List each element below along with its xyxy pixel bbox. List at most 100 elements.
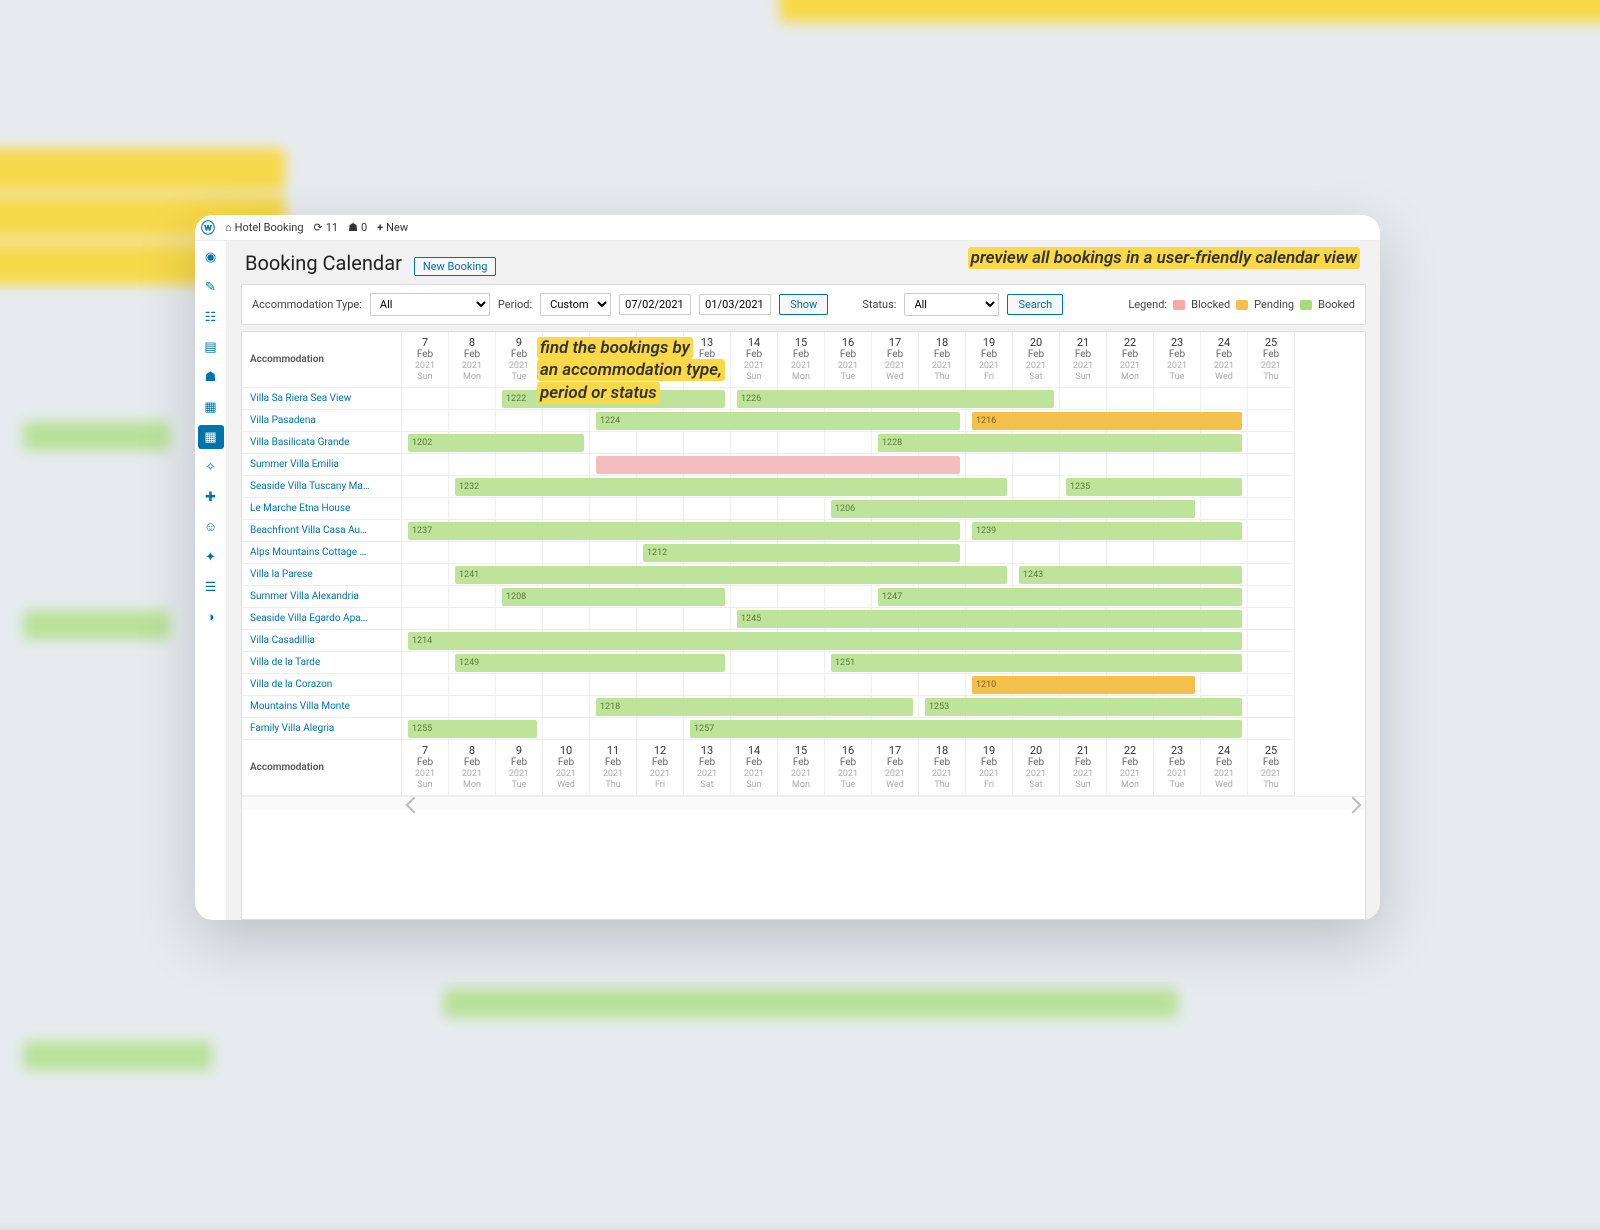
column-header: 21Feb2021Sun [1060, 332, 1107, 388]
settings-icon[interactable]: ☰ [198, 575, 224, 599]
column-header: 9Feb2021Tue [496, 740, 543, 796]
legend-swatch-pending [1236, 300, 1248, 310]
wp-admin-bar: ⓦ Hotel Booking 11 0 New [195, 215, 1380, 241]
adminbar-new[interactable]: New [377, 221, 408, 234]
column-header: 7Feb2021Sun [402, 332, 449, 388]
accommodation-link[interactable]: Summer Villa Alexandria [242, 586, 402, 608]
annotation-filters: find the bookings byan accommodation typ… [537, 337, 725, 404]
period-select[interactable]: Custom [540, 293, 611, 316]
collapse-icon[interactable]: ◑ [198, 605, 224, 629]
bookings-icon[interactable]: ▦ [198, 395, 224, 419]
column-header: 17Feb2021Wed [872, 332, 919, 388]
booking-bar[interactable]: 1214 [408, 632, 1242, 650]
booking-bar[interactable]: 1241 [455, 566, 1007, 584]
date-from-input[interactable] [619, 294, 691, 315]
calendar-icon[interactable]: ▦ [198, 425, 224, 449]
column-header: 22Feb2021Mon [1107, 740, 1154, 796]
new-booking-button[interactable]: New Booking [414, 257, 497, 276]
booking-bar[interactable]: 1224 [596, 412, 960, 430]
accommodation-link[interactable]: Seaside Villa Tuscany Ma… [242, 476, 402, 498]
adminbar-site-link[interactable]: Hotel Booking [225, 221, 304, 234]
accommodation-type-select[interactable]: All [370, 293, 490, 316]
column-header: 9Feb2021Tue [496, 332, 543, 388]
column-header: 16Feb2021Tue [825, 740, 872, 796]
booking-bar[interactable]: 1206 [831, 500, 1195, 518]
booking-bar[interactable]: 1202 [408, 434, 584, 452]
column-header: 19Feb2021Fri [966, 740, 1013, 796]
booking-bar[interactable]: 1245 [737, 610, 1242, 628]
booking-bar[interactable]: 1232 [455, 478, 1007, 496]
accommodation-link[interactable]: Villa Basilicata Grande [242, 432, 402, 454]
calendar-lane: 1224 1216 [402, 410, 1295, 432]
calendar-lane: 1212 [402, 542, 1295, 564]
adminbar-updates[interactable]: 11 [314, 221, 339, 234]
dashboard-icon[interactable]: ◉ [198, 245, 224, 269]
accommodation-link[interactable]: Le Marche Etna House [242, 498, 402, 520]
filter-status-label: Status: [862, 298, 896, 311]
accommodation-link[interactable]: Alps Mountains Cottage … [242, 542, 402, 564]
booking-bar[interactable]: 1239 [972, 522, 1242, 540]
calendar-lane: 12221226 [402, 388, 1295, 410]
comments-icon[interactable]: ☗ [198, 365, 224, 389]
booking-bar[interactable]: 1235 [1066, 478, 1242, 496]
booking-bar[interactable]: 1251 [831, 654, 1242, 672]
wordpress-logo-icon[interactable]: ⓦ [201, 218, 215, 238]
column-header: 8Feb2021Mon [449, 332, 496, 388]
page-title: Booking Calendar [245, 251, 402, 275]
accommodation-link[interactable]: Beachfront Villa Casa Au… [242, 520, 402, 542]
column-header: 20Feb2021Sat [1013, 740, 1060, 796]
accommodation-link[interactable]: Family Villa Alegria [242, 718, 402, 740]
posts-icon[interactable]: ✎ [198, 275, 224, 299]
plugins-icon[interactable]: ✚ [198, 485, 224, 509]
column-header: 22Feb2021Mon [1107, 332, 1154, 388]
booking-bar[interactable]: 1257 [690, 720, 1242, 738]
appearance-icon[interactable]: ✧ [198, 455, 224, 479]
booking-bar[interactable]: 1255 [408, 720, 537, 738]
column-header: 16Feb2021Tue [825, 332, 872, 388]
accommodation-link[interactable]: Villa Casadillia [242, 630, 402, 652]
pages-icon[interactable]: ▤ [198, 335, 224, 359]
legend: Legend: Blocked Pending Booked [1128, 298, 1355, 311]
column-header: 23Feb2021Tue [1154, 332, 1201, 388]
users-icon[interactable]: ☺ [198, 515, 224, 539]
accommodation-link[interactable]: Mountains Villa Monte [242, 696, 402, 718]
accommodation-link[interactable]: Villa la Parese [242, 564, 402, 586]
adminbar-comments[interactable]: 0 [348, 221, 367, 234]
accommodation-link[interactable]: Seaside Villa Egardo Apa… [242, 608, 402, 630]
booking-bar[interactable]: 1249 [455, 654, 725, 672]
calendar-lane: 1208 1247 [402, 586, 1295, 608]
show-button[interactable]: Show [779, 294, 828, 315]
booking-bar[interactable]: 1218 [596, 698, 913, 716]
booking-bar[interactable]: 1210 [972, 676, 1195, 694]
calendar-lane: 1218 1253 [402, 696, 1295, 718]
accommodation-link[interactable]: Villa Sa Riera Sea View [242, 388, 402, 410]
date-to-input[interactable] [699, 294, 771, 315]
column-header: 24Feb2021Wed [1201, 332, 1248, 388]
calendar-lane: 1210 [402, 674, 1295, 696]
booking-bar[interactable]: 1216 [972, 412, 1242, 430]
media-icon[interactable]: ☷ [198, 305, 224, 329]
booking-bar[interactable]: 1228 [878, 434, 1242, 452]
tools-icon[interactable]: ✦ [198, 545, 224, 569]
accommodation-link[interactable]: Villa de la Tarde [242, 652, 402, 674]
calendar-lane: 1202 1228 [402, 432, 1295, 454]
horizontal-scrollbar[interactable] [242, 796, 1365, 810]
calendar-lane: 1241 1243 [402, 564, 1295, 586]
row-header: Accommodation [242, 740, 402, 796]
status-select[interactable]: All [904, 293, 999, 316]
accommodation-link[interactable]: Villa Pasadena [242, 410, 402, 432]
booking-bar[interactable]: 1212 [643, 544, 960, 562]
booking-bar[interactable]: 1208 [502, 588, 725, 606]
booking-bar[interactable]: 1237 [408, 522, 960, 540]
booking-bar[interactable] [596, 456, 960, 474]
accommodation-link[interactable]: Villa de la Corazon [242, 674, 402, 696]
filter-bar: Accommodation Type: All Period: Custom S… [241, 284, 1366, 325]
column-header: 17Feb2021Wed [872, 740, 919, 796]
annotation-preview: preview all bookings in a user-friendly … [968, 247, 1360, 269]
booking-bar[interactable]: 1226 [737, 390, 1054, 408]
booking-bar[interactable]: 1253 [925, 698, 1242, 716]
accommodation-link[interactable]: Summer Villa Emilia [242, 454, 402, 476]
booking-bar[interactable]: 1243 [1019, 566, 1242, 584]
search-button[interactable]: Search [1007, 294, 1063, 315]
booking-bar[interactable]: 1247 [878, 588, 1242, 606]
